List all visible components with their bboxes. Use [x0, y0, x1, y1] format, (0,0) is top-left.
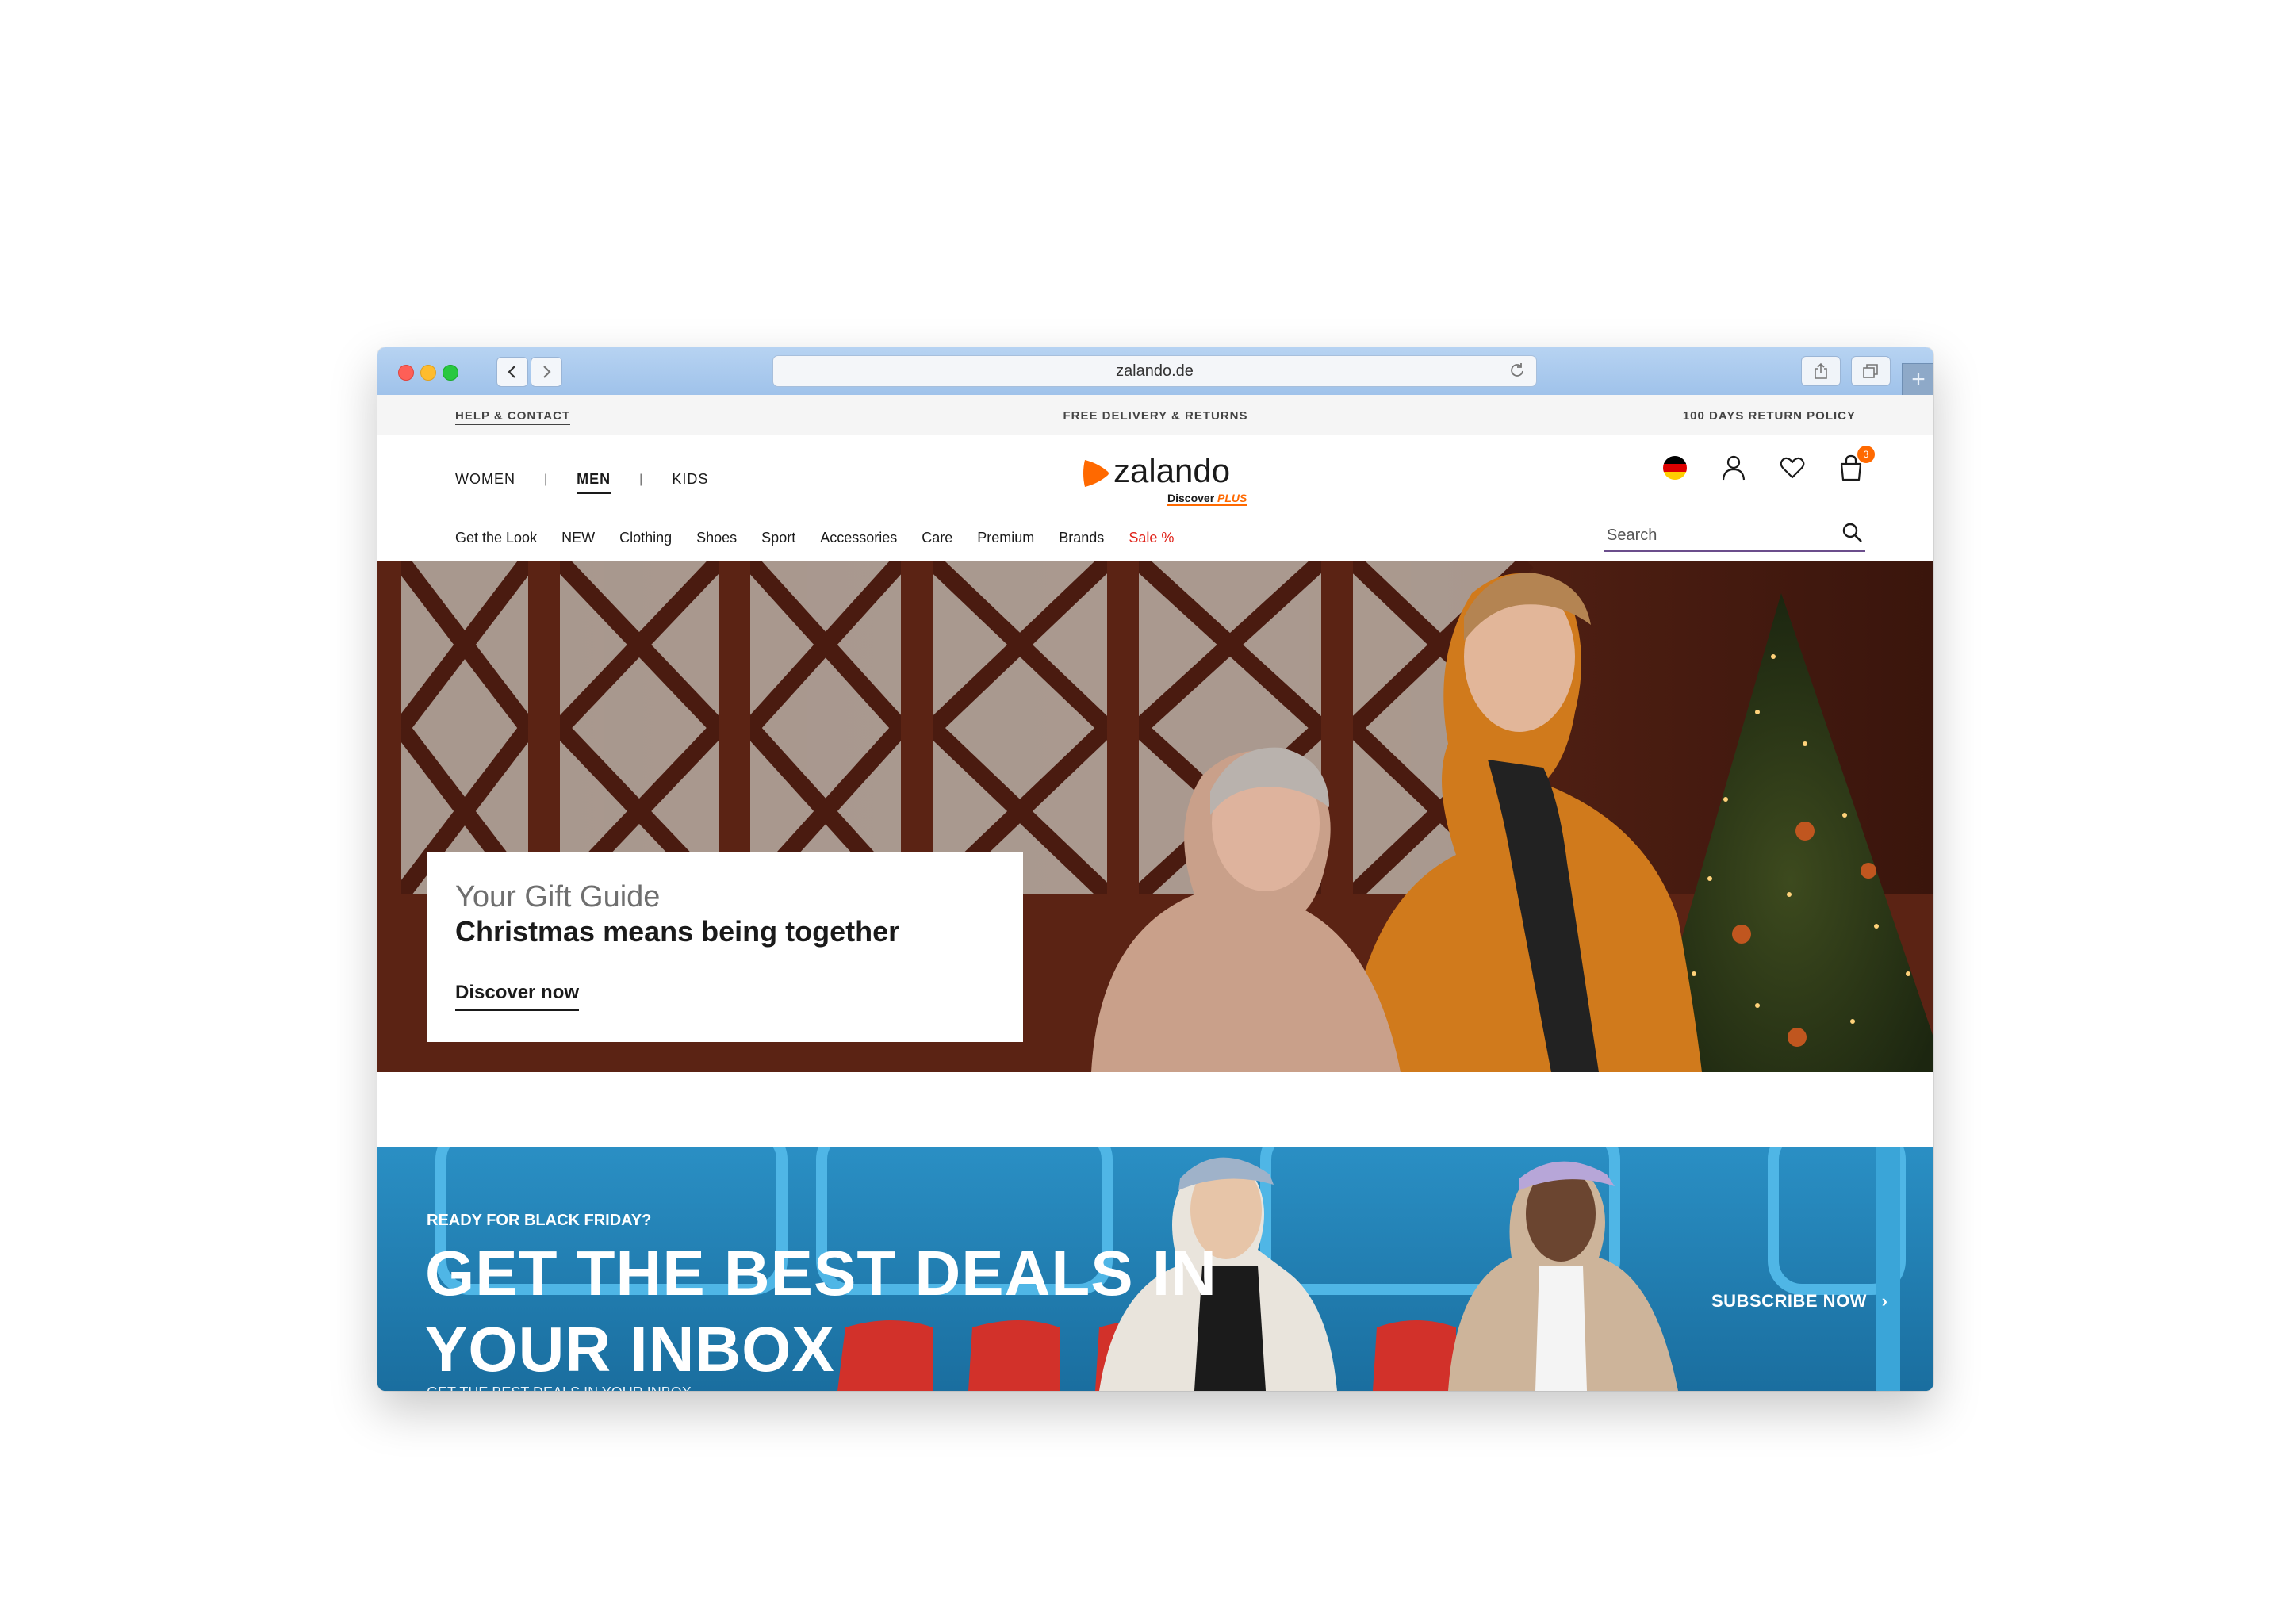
hero-banner[interactable]: Your Gift Guide Christmas means being to… — [377, 561, 1933, 1072]
chevron-right-icon — [543, 366, 551, 378]
share-icon — [1815, 362, 1827, 379]
category-nav: Get the Look NEW Clothing Shoes Sport Ac… — [455, 530, 1198, 546]
tab-men[interactable]: MEN — [577, 471, 611, 494]
germany-flag-icon — [1663, 456, 1687, 480]
zalando-logo-mark — [1083, 460, 1109, 487]
nav-separator: | — [639, 472, 644, 486]
discover-text: Discover — [1167, 492, 1215, 504]
header-actions: 3 — [1632, 446, 1875, 484]
search-icon[interactable] — [1841, 522, 1864, 544]
category-new[interactable]: NEW — [561, 530, 595, 546]
plus-icon: + — [1911, 366, 1926, 393]
user-icon — [1722, 455, 1746, 481]
search-field[interactable]: Search — [1604, 519, 1865, 552]
category-care[interactable]: Care — [922, 530, 952, 546]
webpage: HELP & CONTACT FREE DELIVERY & RETURNS 1… — [377, 395, 1933, 1391]
category-accessories[interactable]: Accessories — [820, 530, 897, 546]
newsletter-promo-banner[interactable]: READY FOR BLACK FRIDAY? GET THE BEST DEA… — [377, 1147, 1933, 1391]
country-selector[interactable] — [1659, 452, 1691, 484]
share-button[interactable] — [1801, 356, 1841, 386]
cart-button[interactable]: 3 — [1835, 446, 1875, 484]
category-brands[interactable]: Brands — [1059, 530, 1104, 546]
promo-headline: GET THE BEST DEALS IN YOUR INBOX — [425, 1238, 1217, 1385]
category-sport[interactable]: Sport — [761, 530, 795, 546]
hero-teaser-card: Your Gift Guide Christmas means being to… — [427, 852, 1023, 1042]
promo-kicker: READY FOR BLACK FRIDAY? — [427, 1212, 652, 1229]
account-button[interactable] — [1718, 452, 1749, 484]
search-placeholder: Search — [1607, 527, 1657, 544]
hero-headline: Christmas means being together — [455, 915, 900, 948]
address-bar[interactable]: zalando.de — [772, 355, 1537, 387]
discover-plus-label: Discover PLUS — [1167, 492, 1247, 506]
cart-count-badge: 3 — [1857, 446, 1875, 463]
tabs-overview-button[interactable] — [1851, 356, 1891, 386]
service-bar: HELP & CONTACT FREE DELIVERY & RETURNS 1… — [377, 395, 1933, 435]
return-policy-text: 100 DAYS RETURN POLICY — [1682, 409, 1856, 423]
logo-wordmark: zalando — [1113, 452, 1231, 489]
browser-toolbar: zalando.de + — [377, 347, 1933, 396]
category-clothing[interactable]: Clothing — [619, 530, 672, 546]
zoom-window-button[interactable] — [443, 365, 458, 381]
new-tab-button[interactable]: + — [1902, 363, 1933, 396]
browser-window: zalando.de + HELP & CONTACT FREE DELIVER… — [377, 347, 1933, 1391]
nav-separator: | — [544, 472, 549, 486]
chevron-left-icon — [508, 366, 515, 378]
category-premium[interactable]: Premium — [977, 530, 1034, 546]
back-button[interactable] — [496, 357, 528, 387]
tab-kids[interactable]: KIDS — [672, 471, 708, 488]
chevron-right-icon: › — [1881, 1291, 1888, 1311]
url-text: zalando.de — [1116, 362, 1194, 380]
discover-now-link[interactable]: Discover now — [455, 982, 580, 1011]
close-window-button[interactable] — [398, 365, 414, 381]
tabs-icon — [1863, 364, 1878, 378]
forward-button[interactable] — [531, 357, 562, 387]
category-sale[interactable]: Sale % — [1129, 530, 1174, 546]
minimize-window-button[interactable] — [420, 365, 436, 381]
category-shoes[interactable]: Shoes — [696, 530, 737, 546]
site-header: WOMEN | MEN | KIDS zalando Discover PLUS — [377, 435, 1933, 561]
wishlist-button[interactable] — [1776, 452, 1808, 484]
category-get-the-look[interactable]: Get the Look — [455, 530, 537, 546]
hero-kicker: Your Gift Guide — [455, 880, 661, 914]
zalando-logo[interactable]: zalando Discover PLUS — [1080, 452, 1270, 508]
reload-icon[interactable] — [1509, 362, 1525, 378]
promo-subline: GET THE BEST DEALS IN YOUR INBOX — [427, 1385, 692, 1391]
plus-text: PLUS — [1217, 492, 1247, 504]
gender-nav: WOMEN | MEN | KIDS — [455, 465, 708, 494]
tab-women[interactable]: WOMEN — [455, 471, 515, 488]
heart-icon — [1780, 457, 1805, 479]
subscribe-now-link[interactable]: SUBSCRIBE NOW › — [1711, 1291, 1887, 1312]
subscribe-label: SUBSCRIBE NOW — [1711, 1291, 1867, 1311]
